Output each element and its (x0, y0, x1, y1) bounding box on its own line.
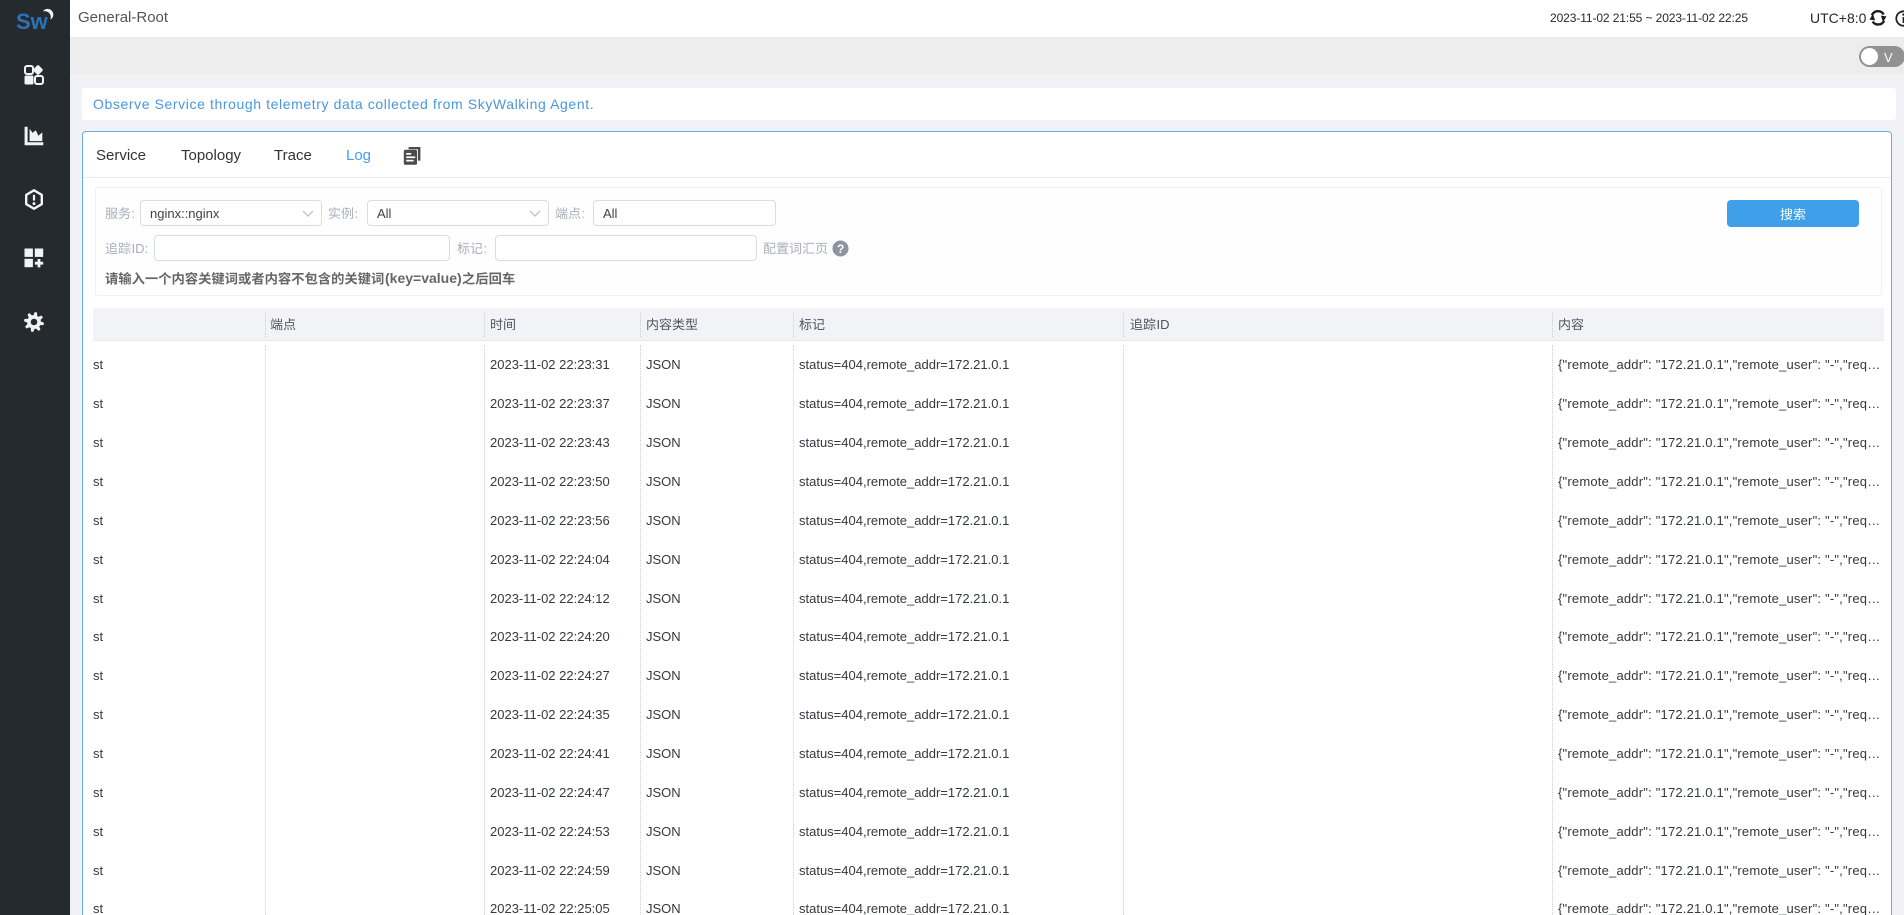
svg-text:V: V (1884, 50, 1893, 65)
svg-text:{"remote_addr": "172.21.0.1",": {"remote_addr": "172.21.0.1","remote_use… (1558, 785, 1880, 800)
svg-text:status=404,remote_addr=172.21.: status=404,remote_addr=172.21.0.1 (799, 357, 1009, 372)
svg-text:2023-11-02 22:24:20: 2023-11-02 22:24:20 (490, 629, 610, 644)
svg-text:ID: ID (1157, 317, 1170, 332)
svg-text:All: All (377, 206, 392, 221)
svg-text:status=404,remote_addr=172.21.: status=404,remote_addr=172.21.0.1 (799, 668, 1009, 683)
svg-text:{"remote_addr": "172.21.0.1",": {"remote_addr": "172.21.0.1","remote_use… (1558, 668, 1880, 683)
svg-text:st: st (93, 707, 104, 722)
svg-text:2023-11-02 22:25:05: 2023-11-02 22:25:05 (490, 901, 610, 915)
svg-text:2023-11-02 21:55 ~ 2023-11-02: 2023-11-02 21:55 ~ 2023-11-02 22:25 (1550, 11, 1748, 25)
svg-text:status=404,remote_addr=172.21.: status=404,remote_addr=172.21.0.1 (799, 474, 1009, 489)
svg-text:JSON: JSON (646, 474, 681, 489)
svg-text:All: All (603, 206, 618, 221)
svg-text:JSON: JSON (646, 435, 681, 450)
svg-text:JSON: JSON (646, 552, 681, 567)
svg-text:{"remote_addr": "172.21.0.1",": {"remote_addr": "172.21.0.1","remote_use… (1558, 707, 1880, 722)
svg-text:JSON: JSON (646, 513, 681, 528)
svg-text:JSON: JSON (646, 629, 681, 644)
svg-text:status=404,remote_addr=172.21.: status=404,remote_addr=172.21.0.1 (799, 435, 1009, 450)
svg-text:status=404,remote_addr=172.21.: status=404,remote_addr=172.21.0.1 (799, 552, 1009, 567)
svg-text:2023-11-02 22:23:31: 2023-11-02 22:23:31 (490, 357, 610, 372)
svg-text:2023-11-02 22:24:12: 2023-11-02 22:24:12 (490, 591, 610, 606)
svg-text:status=404,remote_addr=172.21.: status=404,remote_addr=172.21.0.1 (799, 629, 1009, 644)
svg-text:Observe Service through teleme: Observe Service through telemetry data c… (93, 96, 594, 112)
svg-text:st: st (93, 435, 104, 450)
svg-text:{"remote_addr": "172.21.0.1",": {"remote_addr": "172.21.0.1","remote_use… (1558, 629, 1880, 644)
svg-text:JSON: JSON (646, 707, 681, 722)
svg-text:JSON: JSON (646, 785, 681, 800)
svg-text:2023-11-02 22:24:41: 2023-11-02 22:24:41 (490, 746, 610, 761)
svg-text:status=404,remote_addr=172.21.: status=404,remote_addr=172.21.0.1 (799, 785, 1009, 800)
svg-text:JSON: JSON (646, 901, 681, 915)
svg-text:st: st (93, 513, 104, 528)
svg-text::: : (484, 241, 488, 256)
svg-text:st: st (93, 901, 104, 915)
svg-text:st: st (93, 863, 104, 878)
svg-text:status=404,remote_addr=172.21.: status=404,remote_addr=172.21.0.1 (799, 707, 1009, 722)
svg-text:2023-11-02 22:24:59: 2023-11-02 22:24:59 (490, 863, 610, 878)
svg-text::: : (582, 206, 586, 221)
svg-text:2023-11-02 22:23:56: 2023-11-02 22:23:56 (490, 513, 610, 528)
svg-text:st: st (93, 552, 104, 567)
svg-text:st: st (93, 629, 104, 644)
svg-text:?: ? (837, 242, 844, 256)
svg-text:{"remote_addr": "172.21.0.1",": {"remote_addr": "172.21.0.1","remote_use… (1558, 824, 1880, 839)
svg-text:status=404,remote_addr=172.21.: status=404,remote_addr=172.21.0.1 (799, 396, 1009, 411)
svg-text:2023-11-02 22:23:43: 2023-11-02 22:23:43 (490, 435, 610, 450)
svg-text:JSON: JSON (646, 396, 681, 411)
svg-text:JSON: JSON (646, 824, 681, 839)
svg-text:status=404,remote_addr=172.21.: status=404,remote_addr=172.21.0.1 (799, 824, 1009, 839)
svg-text::: : (355, 206, 359, 221)
svg-text:(key=value): (key=value) (385, 270, 462, 286)
svg-text:status=404,remote_addr=172.21.: status=404,remote_addr=172.21.0.1 (799, 513, 1009, 528)
svg-text:JSON: JSON (646, 746, 681, 761)
svg-text:st: st (93, 668, 104, 683)
svg-text:{"remote_addr": "172.21.0.1",": {"remote_addr": "172.21.0.1","remote_use… (1558, 746, 1880, 761)
svg-text:{"remote_addr": "172.21.0.1",": {"remote_addr": "172.21.0.1","remote_use… (1558, 513, 1880, 528)
svg-text:{"remote_addr": "172.21.0.1",": {"remote_addr": "172.21.0.1","remote_use… (1558, 591, 1880, 606)
svg-text:2023-11-02 22:24:27: 2023-11-02 22:24:27 (490, 668, 610, 683)
svg-text:{"remote_addr": "172.21.0.1",": {"remote_addr": "172.21.0.1","remote_use… (1558, 396, 1880, 411)
svg-text:status=404,remote_addr=172.21.: status=404,remote_addr=172.21.0.1 (799, 591, 1009, 606)
svg-text:Topology: Topology (181, 147, 242, 164)
svg-text:{"remote_addr": "172.21.0.1",": {"remote_addr": "172.21.0.1","remote_use… (1558, 863, 1880, 878)
svg-text:Service: Service (96, 147, 146, 164)
svg-text:st: st (93, 396, 104, 411)
svg-text:2023-11-02 22:24:04: 2023-11-02 22:24:04 (490, 552, 610, 567)
svg-text:st: st (93, 785, 104, 800)
svg-text:Log: Log (346, 147, 371, 164)
svg-text:nginx::nginx: nginx::nginx (150, 206, 220, 221)
svg-text:2023-11-02 22:23:50: 2023-11-02 22:23:50 (490, 474, 610, 489)
svg-text:UTC+8:0: UTC+8:0 (1810, 10, 1867, 26)
svg-text:General-Root: General-Root (78, 9, 169, 26)
svg-text:2023-11-02 22:23:37: 2023-11-02 22:23:37 (490, 396, 610, 411)
svg-text:{"remote_addr": "172.21.0.1",": {"remote_addr": "172.21.0.1","remote_use… (1558, 474, 1880, 489)
svg-text:{"remote_addr": "172.21.0.1",": {"remote_addr": "172.21.0.1","remote_use… (1558, 357, 1880, 372)
svg-text:st: st (93, 746, 104, 761)
svg-text:Trace: Trace (274, 147, 312, 164)
svg-text:JSON: JSON (646, 668, 681, 683)
svg-text::: : (132, 206, 136, 221)
svg-text:st: st (93, 474, 104, 489)
svg-text:status=404,remote_addr=172.21.: status=404,remote_addr=172.21.0.1 (799, 746, 1009, 761)
svg-text:JSON: JSON (646, 357, 681, 372)
svg-text:2023-11-02 22:24:53: 2023-11-02 22:24:53 (490, 824, 610, 839)
svg-text:{"remote_addr": "172.21.0.1",": {"remote_addr": "172.21.0.1","remote_use… (1558, 901, 1880, 915)
svg-text:status=404,remote_addr=172.21.: status=404,remote_addr=172.21.0.1 (799, 863, 1009, 878)
svg-text:ID:: ID: (132, 241, 149, 256)
svg-text:JSON: JSON (646, 863, 681, 878)
svg-text:st: st (93, 357, 104, 372)
svg-text:status=404,remote_addr=172.21.: status=404,remote_addr=172.21.0.1 (799, 901, 1009, 915)
svg-text:{"remote_addr": "172.21.0.1",": {"remote_addr": "172.21.0.1","remote_use… (1558, 435, 1880, 450)
svg-text:{"remote_addr": "172.21.0.1",": {"remote_addr": "172.21.0.1","remote_use… (1558, 552, 1880, 567)
svg-text:2023-11-02 22:24:47: 2023-11-02 22:24:47 (490, 785, 610, 800)
svg-text:st: st (93, 824, 104, 839)
svg-text:JSON: JSON (646, 591, 681, 606)
svg-text:2023-11-02 22:24:35: 2023-11-02 22:24:35 (490, 707, 610, 722)
svg-text:st: st (93, 591, 104, 606)
